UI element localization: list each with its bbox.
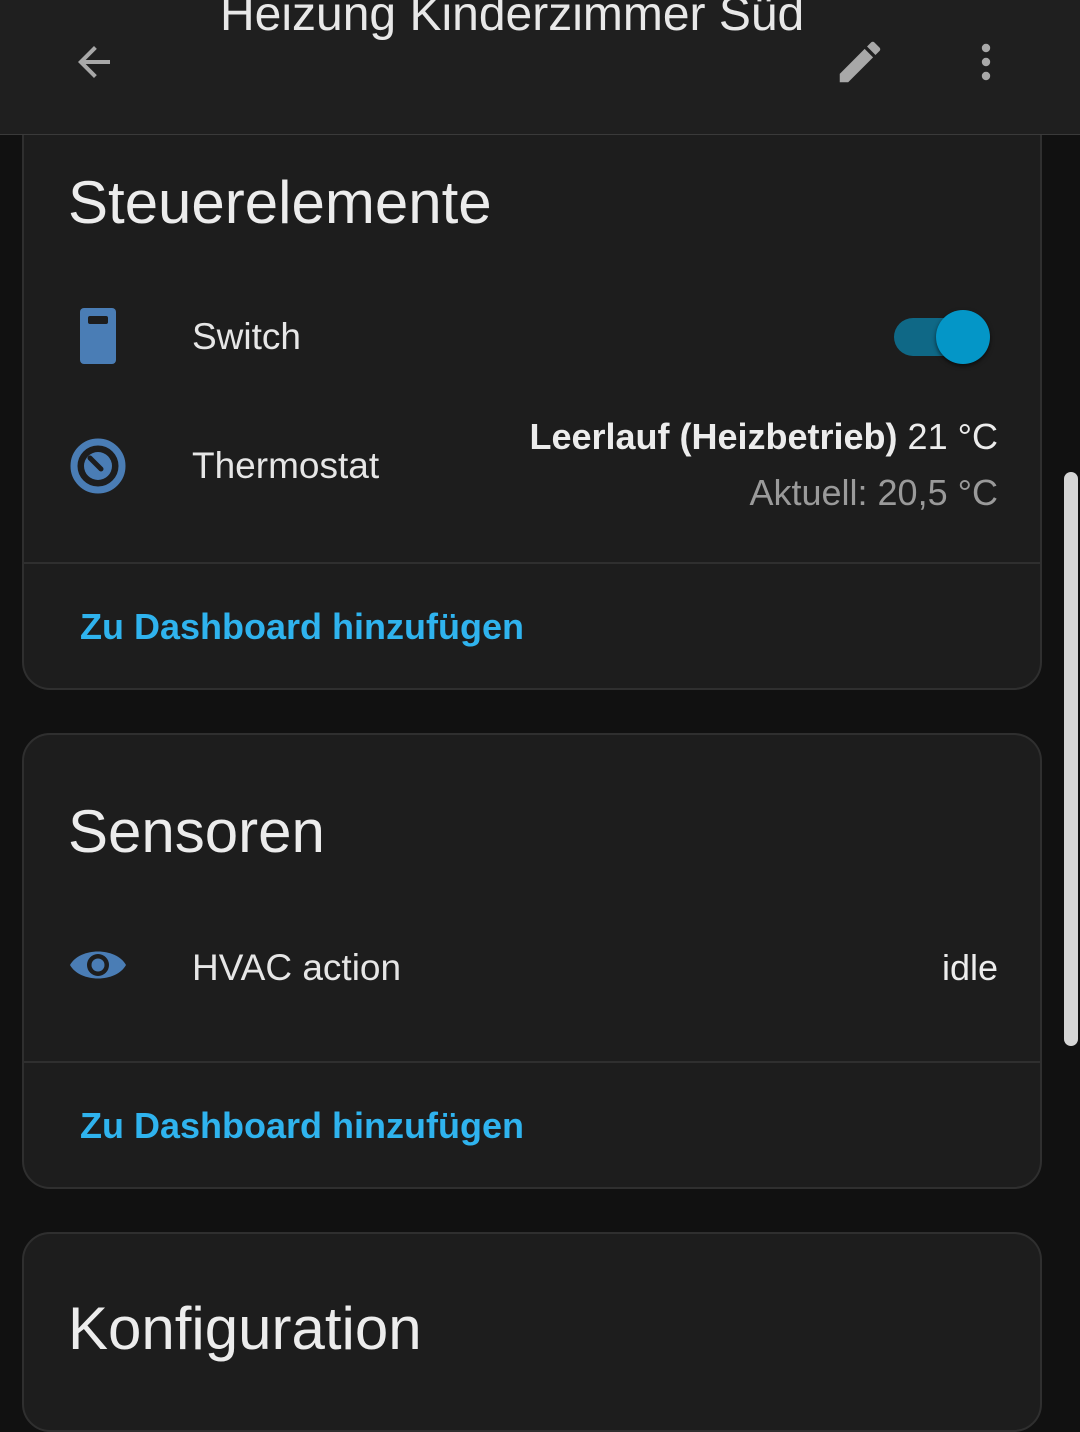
- sensors-card: Sensoren HVAC action idle Zu Dashboard h…: [22, 733, 1042, 1189]
- dots-vertical-icon: [981, 43, 991, 81]
- controls-card: Steuerelemente Switch Thermostat Leerlau…: [22, 80, 1042, 690]
- config-card: Konfiguration: [22, 1232, 1042, 1432]
- pencil-icon: [839, 41, 881, 83]
- divider: [24, 1061, 1040, 1063]
- entity-row-hvac-action[interactable]: HVAC action idle: [24, 935, 1040, 999]
- sensor-value: idle: [941, 947, 998, 988]
- hvac-mode-text: Leerlauf (Heizbetrieb): [529, 416, 898, 457]
- arrow-left-icon: [78, 46, 110, 78]
- toggle-thumb: [936, 310, 990, 364]
- switch-remote-icon: [68, 306, 128, 366]
- card-title: Sensoren: [68, 798, 325, 865]
- more-options-button[interactable]: [962, 32, 1010, 92]
- entity-label: Thermostat: [192, 445, 380, 486]
- target-temperature: 21 °C: [907, 416, 998, 457]
- thermostat-icon: [68, 436, 128, 496]
- add-to-dashboard-button[interactable]: Zu Dashboard hinzufügen: [80, 606, 524, 648]
- entity-label: Switch: [192, 316, 301, 357]
- app-bar: Heizung Kinderzimmer Süd: [0, 0, 1080, 135]
- entity-row-switch[interactable]: Switch: [24, 302, 1040, 372]
- eye-icon: [68, 935, 128, 995]
- back-button[interactable]: [64, 34, 124, 90]
- current-temperature: Aktuell: 20,5 °C: [749, 472, 998, 513]
- scrollbar[interactable]: [1064, 472, 1078, 1046]
- card-title: Konfiguration: [68, 1295, 422, 1362]
- card-title: Steuerelemente: [68, 169, 492, 236]
- switch-toggle[interactable]: [894, 306, 994, 366]
- thermostat-state: Leerlauf (Heizbetrieb) 21 °C: [529, 416, 998, 458]
- add-to-dashboard-button[interactable]: Zu Dashboard hinzufügen: [80, 1105, 524, 1147]
- entity-label: HVAC action: [192, 947, 402, 988]
- page-title: Heizung Kinderzimmer Süd: [220, 0, 805, 41]
- entity-row-thermostat[interactable]: Thermostat Leerlauf (Heizbetrieb) 21 °C …: [24, 412, 1040, 522]
- edit-button[interactable]: [826, 32, 894, 92]
- divider: [24, 562, 1040, 564]
